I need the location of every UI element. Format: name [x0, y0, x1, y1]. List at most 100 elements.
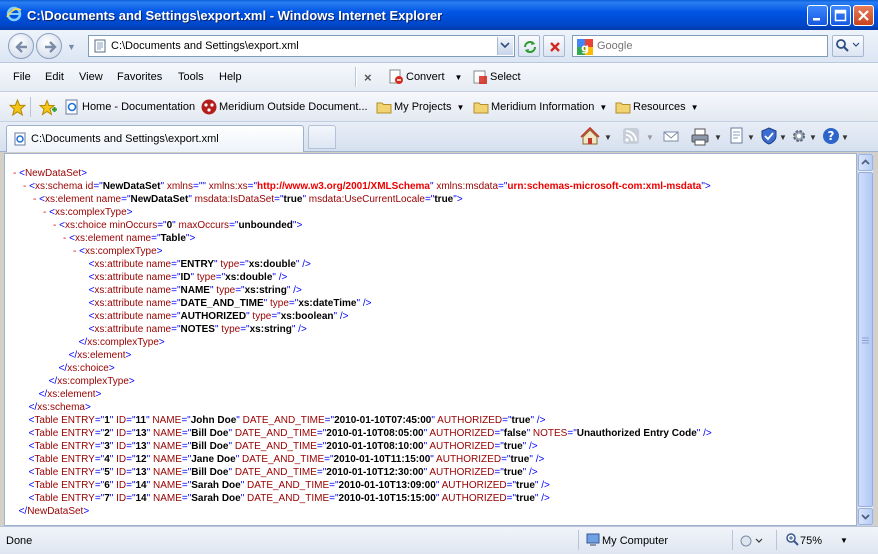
xml-attribute-line: <xs:attribute name="NOTES" type="xs:stri… — [88, 324, 307, 335]
chevron-down-icon: ▼ — [599, 103, 608, 112]
folder-icon — [615, 102, 631, 114]
xml-complextype-close: </xs:complexType> — [78, 337, 165, 348]
menu-file[interactable]: File — [13, 71, 31, 83]
select-icon — [473, 70, 487, 84]
address-input[interactable] — [111, 38, 491, 54]
maximize-button[interactable] — [830, 5, 851, 26]
xml-attribute-line: <xs:attribute name="DATE_AND_TIME" type=… — [88, 298, 372, 309]
chevron-up-icon — [861, 159, 870, 165]
protected-mode-icon[interactable] — [740, 534, 764, 548]
recent-pages-dropdown[interactable]: ▼ — [67, 42, 76, 52]
back-button[interactable] — [8, 33, 34, 59]
ie-page-icon — [14, 132, 26, 146]
vertical-scrollbar[interactable] — [857, 153, 874, 526]
my-computer-icon — [586, 533, 600, 546]
close-button[interactable] — [853, 5, 874, 26]
xml-table-row: <Table ENTRY="6" ID="14" NAME="Sarah Doe… — [28, 480, 550, 491]
search-input[interactable] — [597, 38, 822, 54]
xml-table-row: <Table ENTRY="1" ID="11" NAME="John Doe"… — [28, 415, 546, 426]
grip-icon — [862, 337, 869, 344]
chevron-down-icon: ▼ — [809, 133, 817, 142]
chevron-down-icon — [861, 514, 870, 520]
xml-root-open[interactable]: - <NewDataSet> — [13, 167, 712, 180]
chevron-down-icon: ▼ — [841, 133, 849, 142]
scroll-thumb[interactable] — [858, 172, 873, 507]
menu-edit[interactable]: Edit — [45, 71, 64, 83]
tools-button[interactable]: ▼ — [790, 127, 818, 147]
svg-text:?: ? — [828, 129, 835, 143]
search-button[interactable] — [832, 35, 864, 57]
new-tab-button[interactable] — [308, 125, 336, 149]
xml-table-row: <Table ENTRY="4" ID="12" NAME="Jane Doe"… — [28, 454, 545, 465]
xml-attribute-line: <xs:attribute name="ENTRY" type="xs:doub… — [88, 259, 311, 270]
address-bar[interactable] — [88, 35, 515, 57]
google-logo-icon: g — [577, 39, 593, 55]
tab-bar: C:\Documents and Settings\export.xml ▼ ▼… — [0, 122, 878, 152]
security-zone: My Computer — [602, 535, 669, 547]
xml-element-open[interactable]: - <xs:element name="NewDataSet" msdata:I… — [13, 193, 712, 206]
chevron-down-icon: ▼ — [690, 103, 699, 112]
menu-favorites[interactable]: Favorites — [117, 71, 162, 83]
page-menu-button[interactable]: ▼ — [728, 127, 756, 147]
search-box[interactable]: g — [572, 35, 828, 57]
menu-view[interactable]: View — [79, 71, 103, 83]
status-separator — [578, 530, 579, 550]
convert-label: Convert — [406, 71, 445, 83]
refresh-icon — [524, 41, 536, 53]
xml-schema-close: </xs:schema> — [28, 402, 91, 413]
ie-page-icon — [65, 99, 78, 115]
zoom-level[interactable]: 75% — [800, 535, 822, 547]
xml-choice-close: </xs:choice> — [58, 363, 115, 374]
title-bar: C:\Documents and Settings\export.xml - W… — [0, 0, 878, 30]
help-button[interactable]: ? ▼ — [822, 127, 850, 147]
stop-icon — [550, 42, 560, 52]
favorites-bar: Home - Documentation Meridium Outside Do… — [0, 92, 878, 122]
minimize-button[interactable] — [807, 5, 828, 26]
xml-document: - <NewDataSet> - <xs:schema id="NewDataSe… — [13, 167, 712, 518]
xml-table-row: <Table ENTRY="7" ID="14" NAME="Sarah Doe… — [28, 493, 550, 504]
shield-icon — [761, 127, 777, 145]
menu-tools[interactable]: Tools — [178, 71, 204, 83]
convert-button[interactable]: Convert ▼ — [388, 69, 466, 87]
scroll-up-button[interactable] — [858, 154, 873, 171]
zoom-dropdown-icon[interactable]: ▼ — [840, 536, 848, 545]
svg-text:g: g — [581, 42, 589, 55]
forward-arrow-icon — [45, 41, 57, 53]
forward-button[interactable] — [36, 33, 62, 59]
menu-help[interactable]: Help — [219, 71, 242, 83]
favbar-separator — [30, 97, 31, 117]
chevron-down-icon: ▼ — [456, 103, 465, 112]
safety-button[interactable]: ▼ — [760, 127, 788, 147]
meridium-logo-icon — [201, 99, 217, 115]
xml-viewer: - <NewDataSet> - <xs:schema id="NewDataSe… — [4, 153, 857, 526]
print-icon — [691, 128, 709, 146]
back-arrow-icon — [15, 41, 27, 53]
select-button[interactable]: Select — [472, 69, 532, 87]
status-bar: Done My Computer 75% ▼ — [0, 526, 878, 554]
feeds-button[interactable]: ▼ — [622, 127, 654, 147]
tab-export-xml[interactable]: C:\Documents and Settings\export.xml — [6, 125, 304, 152]
xml-choice-open[interactable]: - <xs:choice minOccurs="0" maxOccurs="un… — [13, 219, 712, 232]
add-favorite-icon[interactable] — [39, 99, 57, 116]
maximize-icon — [834, 9, 847, 22]
scroll-down-button[interactable] — [858, 508, 873, 525]
xml-table-element-open[interactable]: - <xs:element name="Table"> — [13, 232, 712, 245]
close-toolbar-icon[interactable]: × — [364, 70, 372, 85]
gear-icon — [793, 130, 805, 142]
refresh-button[interactable] — [518, 35, 540, 57]
xml-complextype-open[interactable]: - <xs:complexType> — [13, 245, 712, 258]
address-dropdown-button[interactable] — [497, 37, 513, 55]
print-button[interactable]: ▼ — [690, 127, 722, 147]
home-button[interactable]: ▼ — [580, 127, 612, 147]
xml-complextype-open[interactable]: - <xs:complexType> — [13, 206, 712, 219]
stop-button[interactable] — [543, 35, 565, 57]
select-label: Select — [490, 71, 521, 83]
convert-dropdown-icon: ▼ — [454, 73, 463, 82]
toolbar-separator — [355, 67, 357, 87]
rss-feed-icon — [623, 128, 639, 144]
xml-schema-open[interactable]: - <xs:schema id="NewDataSet" xmlns="" xm… — [13, 180, 712, 193]
xml-attribute-line: <xs:attribute name="ID" type="xs:double"… — [88, 272, 288, 283]
favorites-star-icon[interactable] — [9, 99, 26, 116]
xml-table-row: <Table ENTRY="2" ID="13" NAME="Bill Doe"… — [28, 428, 712, 439]
read-mail-button[interactable] — [662, 127, 682, 147]
